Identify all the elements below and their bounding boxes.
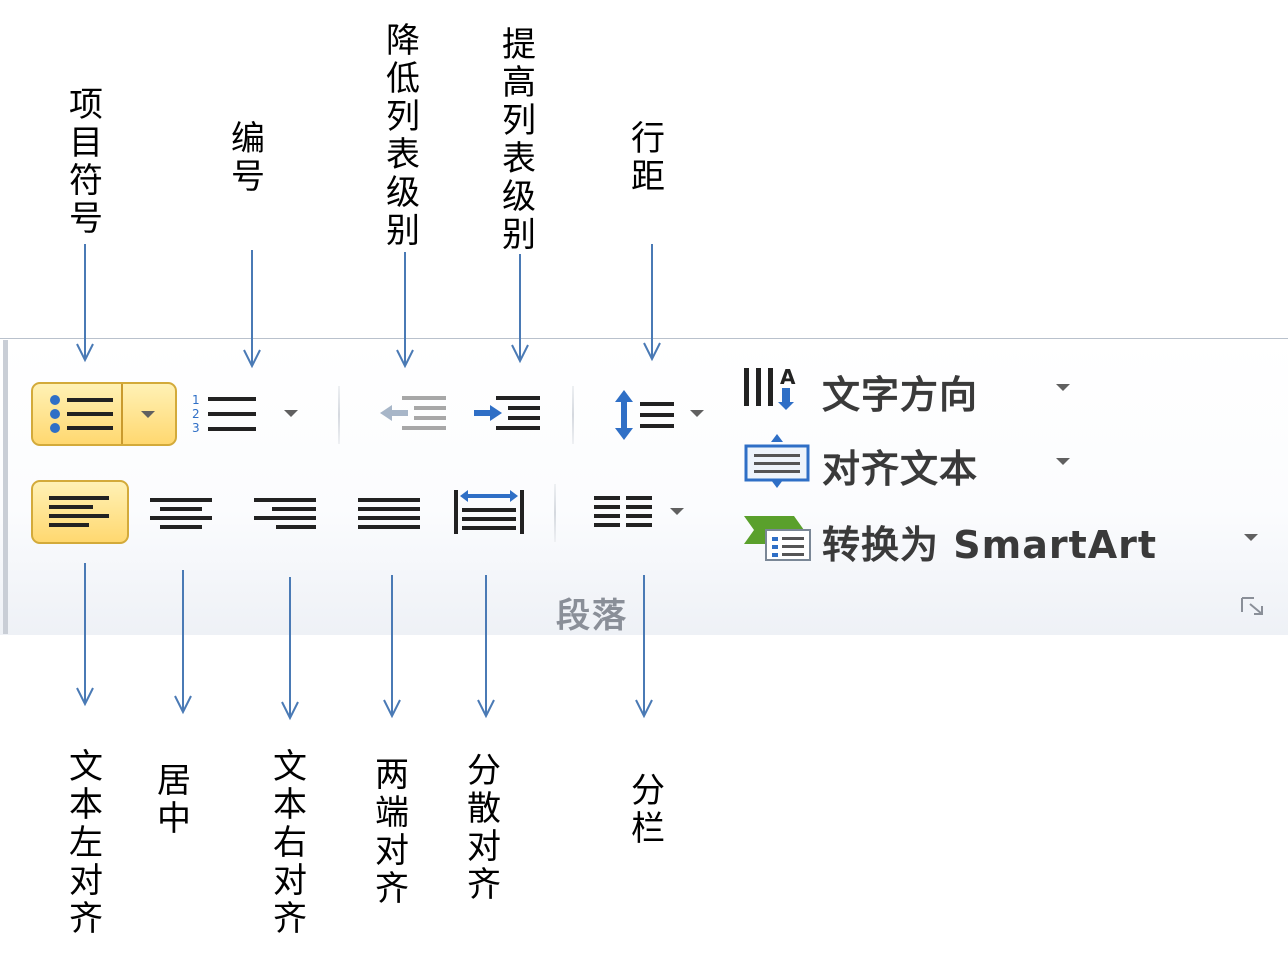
convert-smartart-dropdown-icon[interactable] bbox=[1244, 534, 1258, 541]
bullets-dropdown-icon[interactable] bbox=[141, 411, 155, 418]
decrease-indent-button[interactable] bbox=[372, 386, 450, 442]
align-right-icon bbox=[254, 498, 316, 529]
group-label: 段落 bbox=[556, 596, 628, 636]
center-button[interactable] bbox=[140, 482, 224, 542]
svg-text:2: 2 bbox=[192, 407, 200, 421]
svg-text:A: A bbox=[780, 365, 796, 389]
annotation-justify: 两端对齐 bbox=[375, 755, 409, 909]
align-text-icon bbox=[744, 434, 810, 488]
columns-button[interactable] bbox=[588, 482, 698, 542]
align-text-label: 对齐文本 bbox=[822, 447, 979, 491]
align-center-icon bbox=[150, 498, 212, 529]
annotation-align-left: 文本左对齐 bbox=[69, 747, 103, 939]
increase-indent-button[interactable] bbox=[466, 386, 546, 442]
annotation-bullets: 项目符号 bbox=[69, 85, 103, 239]
convert-smartart-button[interactable]: 转换为 SmartArt bbox=[738, 506, 1278, 567]
distributed-button[interactable] bbox=[446, 482, 532, 542]
decrease-indent-icon bbox=[380, 396, 446, 430]
annotation-decrease-indent: 降低列表级别 bbox=[386, 21, 420, 251]
annotation-line-spacing: 行距 bbox=[631, 119, 665, 197]
text-direction-icon: A bbox=[744, 365, 796, 410]
text-direction-label: 文字方向 bbox=[822, 373, 979, 417]
annotation-align-right: 文本右对齐 bbox=[273, 747, 307, 939]
svg-text:1: 1 bbox=[192, 393, 200, 407]
dialog-launcher-icon bbox=[1241, 597, 1263, 615]
justify-button[interactable] bbox=[350, 482, 434, 542]
line-spacing-icon bbox=[615, 390, 674, 440]
dialog-launcher-button[interactable] bbox=[1240, 596, 1270, 618]
separator bbox=[338, 386, 340, 444]
line-spacing-button[interactable] bbox=[604, 386, 714, 442]
justify-icon bbox=[358, 498, 420, 529]
annotation-numbering: 编号 bbox=[231, 119, 265, 197]
bullet-list-icon bbox=[50, 395, 113, 433]
annotation-increase-indent: 提高列表级别 bbox=[502, 25, 536, 255]
distributed-icon bbox=[454, 490, 524, 534]
align-left-icon bbox=[49, 496, 109, 527]
align-text-dropdown-icon[interactable] bbox=[1056, 458, 1070, 465]
text-direction-dropdown-icon[interactable] bbox=[1056, 384, 1070, 391]
numbering-button[interactable]: 1 2 3 bbox=[188, 386, 308, 442]
columns-icon bbox=[594, 496, 652, 527]
annotation-columns: 分栏 bbox=[631, 771, 665, 849]
text-direction-button[interactable]: A 文字方向 bbox=[738, 360, 1088, 417]
align-left-button[interactable] bbox=[31, 480, 129, 544]
annotation-center: 居中 bbox=[157, 761, 191, 839]
bullets-button[interactable] bbox=[31, 382, 177, 446]
align-right-button[interactable] bbox=[246, 482, 330, 542]
split-divider bbox=[121, 384, 123, 444]
smartart-icon bbox=[744, 516, 811, 561]
convert-smartart-label: 转换为 SmartArt bbox=[822, 523, 1158, 567]
svg-text:3: 3 bbox=[192, 421, 200, 435]
separator bbox=[554, 484, 556, 542]
separator bbox=[572, 386, 574, 444]
numbering-dropdown-icon[interactable] bbox=[284, 410, 298, 417]
increase-indent-icon bbox=[474, 396, 540, 430]
columns-dropdown-icon[interactable] bbox=[670, 508, 684, 515]
line-spacing-dropdown-icon[interactable] bbox=[690, 410, 704, 417]
numbered-list-icon: 1 2 3 bbox=[192, 393, 256, 435]
align-text-button[interactable]: 对齐文本 bbox=[738, 432, 1088, 491]
ribbon-edge bbox=[3, 340, 8, 634]
annotation-distributed: 分散对齐 bbox=[467, 751, 501, 905]
